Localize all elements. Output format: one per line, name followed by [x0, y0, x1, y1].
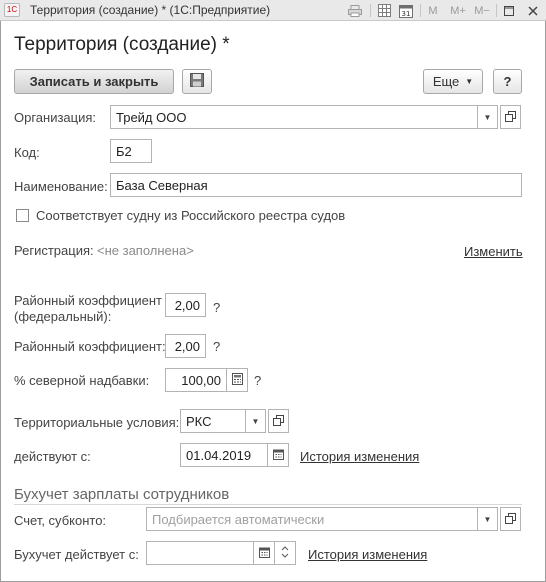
- accounting-from-label: Бухучет действует с:: [14, 547, 139, 562]
- window-titlebar: 1С Территория (создание) * (1С:Предприят…: [0, 0, 546, 21]
- territorial-conditions-dropdown-button[interactable]: ▼: [246, 409, 266, 433]
- floppy-disk-icon: [190, 73, 204, 90]
- valid-from-calendar-button[interactable]: [268, 443, 289, 467]
- territorial-conditions-value: РКС: [186, 413, 212, 429]
- memory-mplus-icon[interactable]: M+: [448, 3, 468, 18]
- account-placeholder: Подбирается автоматически: [152, 511, 325, 527]
- territorial-conditions-label: Территориальные условия:: [14, 415, 180, 430]
- code-value: Б2: [116, 143, 132, 159]
- account-dropdown-button[interactable]: ▼: [478, 507, 498, 531]
- window-title: Территория (создание) * (1С:Предприятие): [30, 3, 271, 17]
- chevron-down-icon: ▼: [483, 112, 492, 122]
- territorial-conditions-open-button[interactable]: [268, 409, 289, 433]
- accounting-from-history-link[interactable]: История изменения: [308, 547, 427, 562]
- section-divider: [14, 504, 522, 505]
- ship-registry-label: Соответствует судну из Российского реест…: [36, 208, 346, 223]
- close-icon[interactable]: [526, 3, 540, 18]
- more-actions-button[interactable]: Еще ▼: [423, 69, 483, 94]
- valid-from-history-link[interactable]: История изменения: [300, 449, 419, 464]
- accounting-from-calendar-button[interactable]: [254, 541, 275, 565]
- chevron-down-icon: ▼: [251, 416, 260, 426]
- spinner-arrows-icon: [281, 545, 289, 562]
- svg-text:31: 31: [402, 10, 411, 18]
- account-field[interactable]: Подбирается автоматически: [146, 507, 478, 531]
- open-link-icon: [505, 512, 516, 527]
- toolbar-separator: [420, 4, 421, 17]
- open-link-icon: [505, 110, 516, 125]
- chevron-down-icon: ▼: [483, 514, 492, 524]
- save-and-close-button[interactable]: Записать и закрыть: [14, 69, 174, 94]
- regional-coef-help-icon[interactable]: ?: [213, 339, 220, 354]
- ship-registry-checkbox[interactable]: [16, 209, 29, 222]
- regional-coef-label: Районный коэффициент:: [14, 339, 166, 354]
- payroll-section-title: Бухучет зарплаты сотрудников: [14, 486, 230, 503]
- organization-open-button[interactable]: [500, 105, 521, 129]
- app-logo-icon: 1С: [4, 3, 20, 17]
- account-label: Счет, субконто:: [14, 513, 107, 528]
- open-link-icon: [273, 414, 284, 429]
- table-icon[interactable]: [375, 3, 393, 18]
- calculator-button[interactable]: [227, 368, 248, 392]
- regional-coef-fed-label-line1: Районный коэффициент: [14, 293, 162, 308]
- name-label: Наименование:: [14, 179, 108, 194]
- regional-coef-value: 2,00: [174, 338, 200, 354]
- code-field[interactable]: Б2: [110, 139, 152, 163]
- regional-coef-fed-help-icon[interactable]: ?: [213, 300, 220, 315]
- account-open-button[interactable]: [500, 507, 521, 531]
- regional-coef-field[interactable]: 2,00: [165, 334, 206, 358]
- toolbar-separator: [496, 4, 497, 17]
- name-value: База Северная: [116, 177, 208, 193]
- regional-coef-fed-value: 2,00: [174, 297, 200, 313]
- more-label: Еще: [432, 74, 460, 89]
- northern-bonus-label: % северной надбавки:: [14, 373, 150, 388]
- save-button[interactable]: [182, 69, 212, 94]
- organization-value: Трейд ООО: [116, 109, 187, 125]
- northern-bonus-field[interactable]: 100,00: [165, 368, 227, 392]
- accounting-from-date-field[interactable]: [146, 541, 254, 565]
- accounting-from-spinner[interactable]: [275, 541, 296, 565]
- help-button[interactable]: ?: [493, 69, 522, 94]
- maximize-icon[interactable]: [502, 3, 516, 18]
- page-title: Территория (создание) *: [14, 34, 230, 55]
- calculator-icon: [231, 372, 243, 388]
- regional-coef-fed-field[interactable]: 2,00: [165, 293, 206, 317]
- calendar-icon: [258, 546, 270, 561]
- change-registration-link[interactable]: Изменить: [464, 244, 523, 259]
- calendar-icon[interactable]: 31: [397, 3, 415, 18]
- northern-bonus-help-icon[interactable]: ?: [254, 373, 261, 388]
- memory-m-icon[interactable]: M: [426, 3, 440, 18]
- valid-from-label: действуют с:: [14, 449, 91, 464]
- valid-from-date-field[interactable]: 01.04.2019: [180, 443, 268, 467]
- regional-coef-fed-label-line2: (федеральный):: [14, 309, 112, 324]
- registration-label: Регистрация:: [14, 243, 94, 258]
- valid-from-value: 01.04.2019: [186, 447, 252, 463]
- toolbar-separator: [370, 4, 371, 17]
- organization-label: Организация:: [14, 110, 97, 125]
- calendar-icon: [272, 448, 284, 463]
- print-icon[interactable]: [346, 3, 364, 18]
- chevron-down-icon: ▼: [465, 77, 474, 86]
- registration-value: <не заполнена>: [97, 243, 194, 258]
- organization-field[interactable]: Трейд ООО: [110, 105, 478, 129]
- territorial-conditions-field[interactable]: РКС: [180, 409, 246, 433]
- northern-bonus-value: 100,00: [181, 372, 221, 388]
- name-field[interactable]: База Северная: [110, 173, 522, 197]
- memory-mminus-icon[interactable]: M−: [472, 3, 492, 18]
- organization-dropdown-button[interactable]: ▼: [478, 105, 498, 129]
- code-label: Код:: [14, 145, 40, 160]
